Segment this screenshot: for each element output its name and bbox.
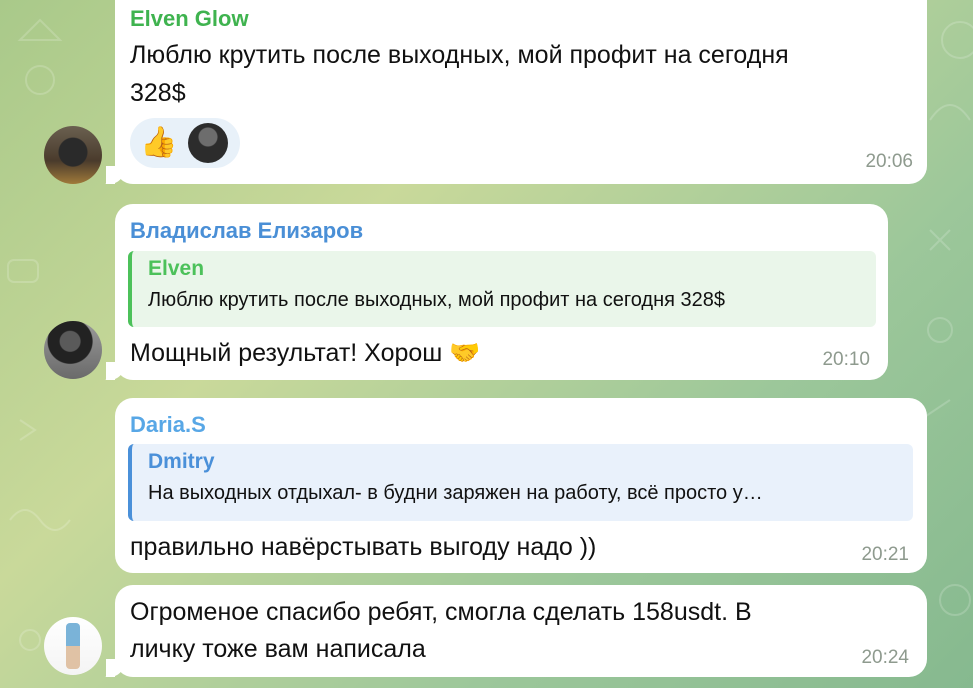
- reply-quote[interactable]: Dmitry На выходных отдыхал- в будни заря…: [128, 444, 913, 521]
- thumbs-up-emoji-icon: 👍: [140, 126, 178, 159]
- message-text: личку тоже вам написала: [130, 635, 426, 663]
- message-text: Люблю крутить после выходных, мой профит…: [130, 41, 789, 69]
- reaction-chip[interactable]: 👍: [130, 118, 240, 168]
- avatar[interactable]: [44, 321, 102, 379]
- reply-quote[interactable]: Elven Люблю крутить после выходных, мой …: [128, 251, 876, 327]
- message-text: Огроменое спасибо ребят, смогла сделать …: [130, 598, 752, 626]
- message-author[interactable]: Elven Glow: [130, 6, 249, 32]
- avatar[interactable]: [44, 126, 102, 184]
- message-bubble[interactable]: Владислав Елизаров Elven Люблю крутить п…: [106, 204, 888, 380]
- reply-text: На выходных отдыхал- в будни заряжен на …: [148, 482, 763, 504]
- avatar[interactable]: [44, 617, 102, 675]
- message-time: 20:21: [861, 544, 909, 565]
- message-text: правильно навёрстывать выгоду надо )): [130, 533, 597, 561]
- message-text: 328$: [130, 79, 186, 107]
- reply-author: Dmitry: [148, 450, 215, 473]
- message-author[interactable]: Владислав Елизаров: [130, 218, 363, 244]
- message-author[interactable]: Daria.S: [130, 412, 206, 438]
- message-time: 20:10: [822, 349, 870, 370]
- avatar-figure: [66, 623, 80, 669]
- reply-text: Люблю крутить после выходных, мой профит…: [148, 289, 725, 311]
- message-text: Мощный результат! Хорош 🤝: [130, 339, 481, 367]
- message-time: 20:06: [865, 151, 913, 172]
- message-time: 20:24: [861, 647, 909, 668]
- message-bubble[interactable]: Огроменое спасибо ребят, смогла сделать …: [106, 585, 927, 677]
- reply-author: Elven: [148, 257, 205, 280]
- message-bubble[interactable]: Elven Glow Люблю крутить после выходных,…: [106, 0, 927, 184]
- message-bubble[interactable]: Daria.S Dmitry На выходных отдыхал- в бу…: [115, 398, 927, 573]
- reactor-avatar: [188, 123, 228, 163]
